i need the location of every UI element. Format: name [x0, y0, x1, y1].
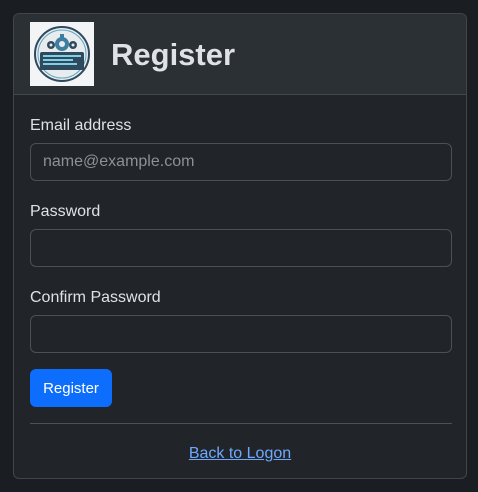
- back-to-logon-container: Back to Logon: [14, 444, 466, 464]
- card-header: Register: [14, 14, 466, 95]
- register-button[interactable]: Register: [30, 369, 112, 407]
- back-to-logon-link[interactable]: Back to Logon: [189, 445, 291, 462]
- password-label: Password: [30, 203, 101, 220]
- register-card: Register Email address Password Confirm …: [13, 13, 467, 479]
- email-label: Email address: [30, 117, 132, 134]
- confirm-password-field[interactable]: [30, 315, 452, 353]
- gear-card-logo-icon: [30, 22, 94, 86]
- confirm-password-label: Confirm Password: [30, 289, 161, 306]
- divider: [30, 423, 452, 424]
- password-field[interactable]: [30, 229, 452, 267]
- page-title: Register: [111, 37, 236, 72]
- email-field[interactable]: [30, 143, 452, 181]
